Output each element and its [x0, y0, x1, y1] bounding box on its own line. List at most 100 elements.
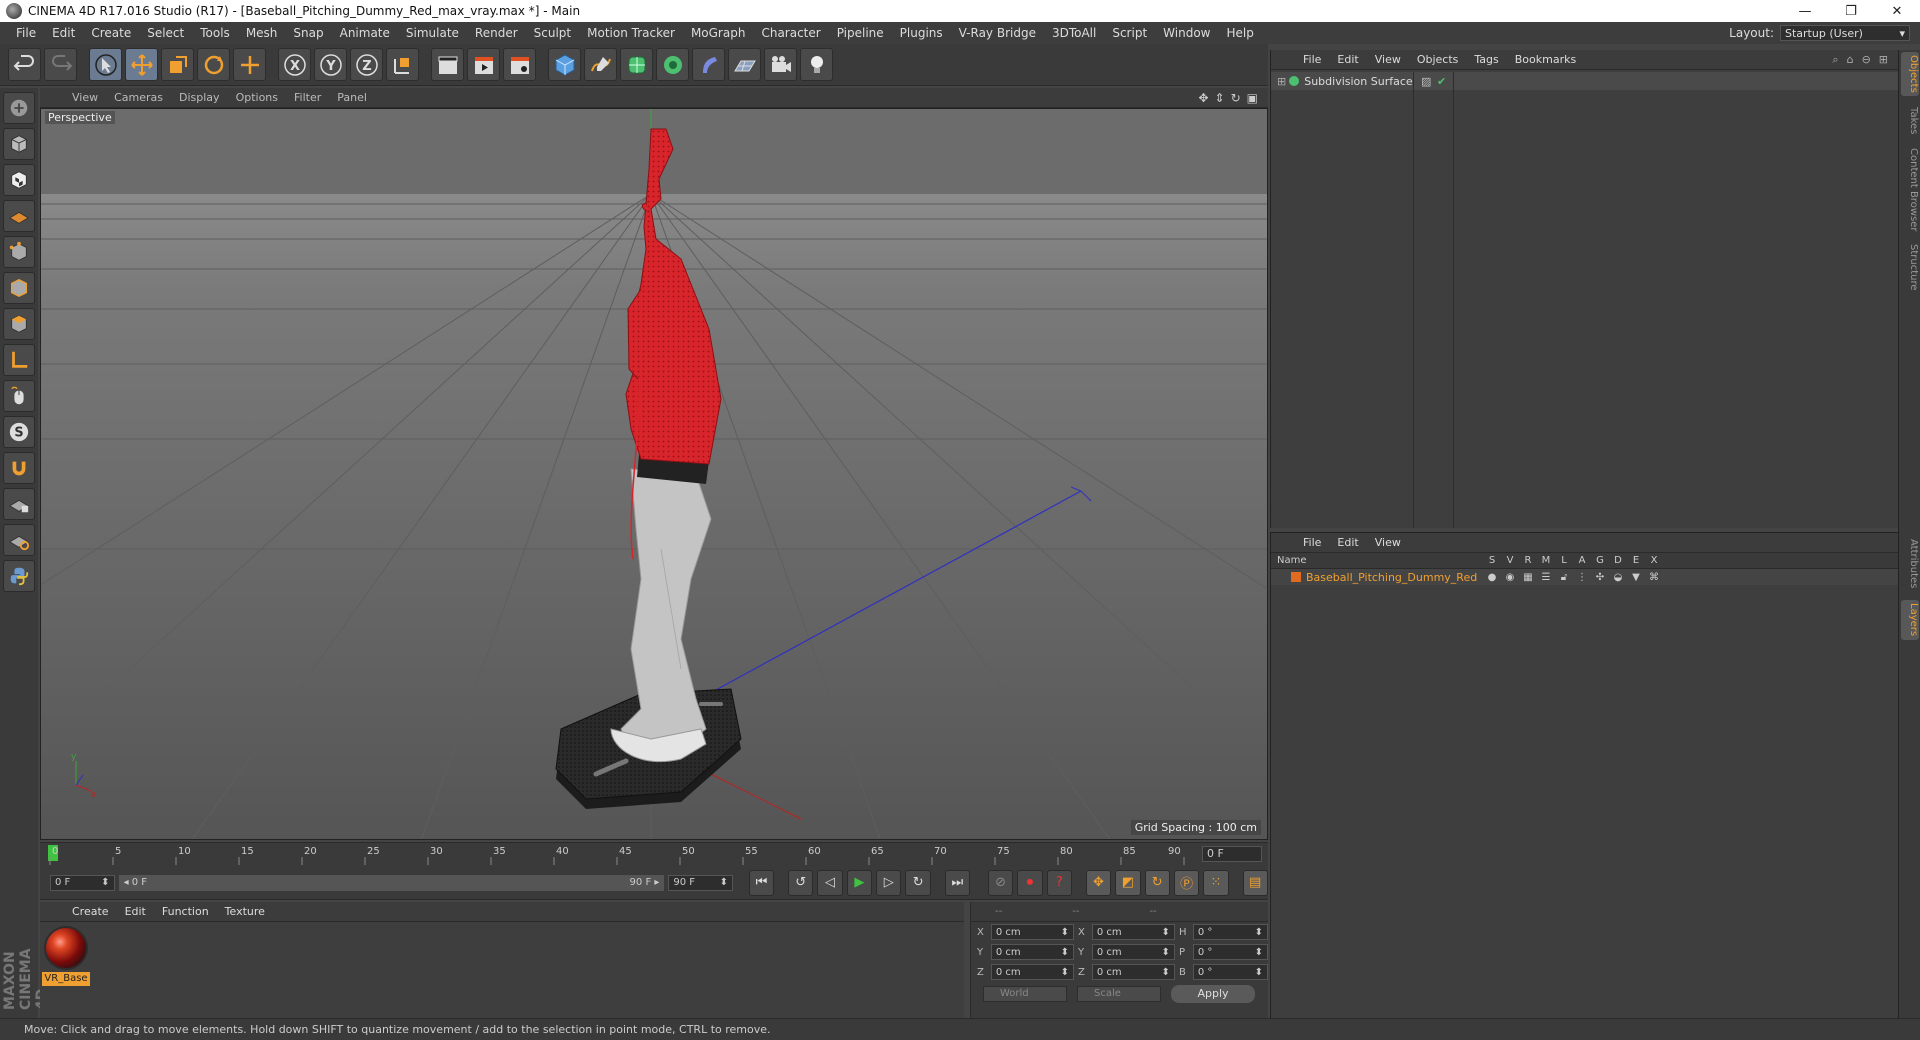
size-x-field[interactable]: 0 cm ⬍ — [1091, 924, 1175, 940]
expression-icon[interactable]: ▼ — [1627, 572, 1645, 583]
key-rotation-button[interactable]: ↻ — [1144, 869, 1170, 896]
key-scale-button[interactable]: ◩ — [1115, 869, 1141, 896]
edit-tag-icon[interactable]: ▨ — [1421, 75, 1431, 88]
previous-frame-button[interactable]: ◁ — [817, 869, 843, 896]
texture-mode-button[interactable] — [3, 164, 35, 196]
tab-objects[interactable]: Objects — [1901, 52, 1919, 96]
zoom-view-icon[interactable]: ⇕ — [1215, 91, 1225, 105]
tab-structure[interactable]: Structure — [1901, 242, 1919, 292]
start-frame-field[interactable]: 0 F ⬍ — [50, 874, 115, 891]
menu-file[interactable]: File — [8, 26, 44, 40]
deformer-icon[interactable]: ◒ — [1609, 572, 1627, 583]
timeline-window-button[interactable]: ▤ — [1242, 869, 1268, 896]
object-menu-view[interactable]: View — [1367, 53, 1409, 66]
record-keys-disabled-button[interactable]: ⊘ — [987, 869, 1014, 896]
current-frame-field[interactable]: 0 F — [1202, 846, 1262, 862]
menu-script[interactable]: Script — [1104, 26, 1155, 40]
y-axis-lock-button[interactable]: Y — [314, 48, 347, 81]
pan-view-icon[interactable]: ✥ — [1198, 91, 1208, 105]
menu-window[interactable]: Window — [1155, 26, 1218, 40]
locked-workplane-button[interactable] — [3, 488, 35, 520]
live-selection-button[interactable] — [89, 48, 122, 81]
viewport-menu-cameras[interactable]: Cameras — [106, 91, 171, 104]
menu-snap[interactable]: Snap — [285, 26, 331, 40]
expand-icon[interactable]: ⊞ — [1879, 53, 1888, 67]
layer-name-cell[interactable]: Baseball_Pitching_Dummy_Red — [1271, 571, 1483, 584]
object-menu-edit[interactable]: Edit — [1329, 53, 1366, 66]
python-button[interactable] — [3, 560, 35, 592]
viewport-menu-filter[interactable]: Filter — [286, 91, 329, 104]
menu-select[interactable]: Select — [139, 26, 192, 40]
go-to-start-button[interactable]: ⏮ — [748, 869, 775, 896]
render-settings-button[interactable] — [503, 48, 536, 81]
layer-menu-edit[interactable]: Edit — [1329, 536, 1366, 549]
previous-key-button[interactable]: ↺ — [787, 869, 814, 896]
menu-pipeline[interactable]: Pipeline — [829, 26, 892, 40]
menu-sculpt[interactable]: Sculpt — [526, 26, 579, 40]
position-z-field[interactable]: 0 cm ⬍ — [990, 964, 1074, 980]
xref-icon[interactable]: ⌘ — [1645, 572, 1663, 583]
x-axis-lock-button[interactable]: X — [278, 48, 311, 81]
perspective-viewport[interactable]: y x Perspective Grid Spacing : 100 cm — [40, 108, 1268, 840]
object-row-subdivision-surface[interactable]: ⊞ Subdivision Surface ▨ ✔ — [1271, 72, 1899, 90]
cube-primitive-button[interactable] — [548, 48, 581, 81]
menu-3dtoall[interactable]: 3DToAll — [1044, 26, 1104, 40]
menu-simulate[interactable]: Simulate — [398, 26, 467, 40]
rotation-h-field[interactable]: 0 ° ⬍ — [1192, 924, 1268, 940]
subdivision-surface-button[interactable] — [620, 48, 653, 81]
generator-icon[interactable]: ✣ — [1591, 572, 1609, 583]
material-menu-create[interactable]: Create — [64, 905, 117, 918]
timeline-ruler[interactable]: 0 5 10 15 20 25 30 35 40 45 50 55 60 65 … — [40, 842, 1268, 867]
menu-edit[interactable]: Edit — [44, 26, 83, 40]
viewport-menu-panel[interactable]: Panel — [329, 91, 375, 104]
layer-menu-file[interactable]: File — [1295, 536, 1329, 549]
end-frame-field[interactable]: 90 F ⬍ — [668, 874, 733, 891]
material-name-label[interactable]: VR_Base — [42, 972, 90, 986]
render-to-picture-viewer-button[interactable] — [467, 48, 500, 81]
recent-tool-button[interactable] — [233, 48, 266, 81]
render-clapboard-icon[interactable]: ▦ — [1519, 572, 1537, 583]
menu-help[interactable]: Help — [1218, 26, 1261, 40]
redo-button[interactable] — [44, 48, 77, 81]
manager-icon[interactable]: ☰ — [1537, 572, 1555, 583]
axis-mode-button[interactable] — [3, 344, 35, 376]
planar-workplane-button[interactable] — [3, 524, 35, 556]
undo-button[interactable] — [8, 48, 41, 81]
enabled-check-icon[interactable]: ✔ — [1437, 75, 1446, 88]
position-y-field[interactable]: 0 cm ⬍ — [990, 944, 1074, 960]
eye-icon[interactable]: ◉ — [1501, 572, 1519, 583]
object-menu-file[interactable]: File — [1295, 53, 1329, 66]
tab-takes[interactable]: Takes — [1901, 104, 1919, 138]
menu-vray-bridge[interactable]: V-Ray Bridge — [951, 26, 1044, 40]
next-frame-button[interactable]: ▷ — [876, 869, 902, 896]
model-mode-button[interactable] — [3, 128, 35, 160]
camera-button[interactable] — [764, 48, 797, 81]
material-menu-function[interactable]: Function — [154, 905, 217, 918]
size-z-field[interactable]: 0 cm ⬍ — [1091, 964, 1175, 980]
menu-motion-tracker[interactable]: Motion Tracker — [579, 26, 683, 40]
minimize-button[interactable]: — — [1782, 0, 1828, 22]
go-to-end-button[interactable]: ⏭ — [944, 869, 971, 896]
orbit-view-icon[interactable]: ↻ — [1231, 91, 1241, 105]
viewport-menu-options[interactable]: Options — [228, 91, 286, 104]
polygons-mode-button[interactable] — [3, 308, 35, 340]
tab-layers[interactable]: Layers — [1901, 600, 1919, 640]
menu-tools[interactable]: Tools — [192, 26, 238, 40]
z-axis-lock-button[interactable]: Z — [350, 48, 383, 81]
key-point-level-button[interactable]: ⁙ — [1203, 869, 1229, 896]
close-button[interactable]: ✕ — [1874, 0, 1920, 22]
toggle-view-icon[interactable]: ▣ — [1247, 91, 1258, 105]
next-key-button[interactable]: ↻ — [905, 869, 931, 896]
tab-attributes[interactable]: Attributes — [1901, 534, 1919, 594]
menu-mograph[interactable]: MoGraph — [683, 26, 754, 40]
material-menu-edit[interactable]: Edit — [117, 905, 154, 918]
points-mode-button[interactable] — [3, 236, 35, 268]
floor-button[interactable] — [728, 48, 761, 81]
deformer-button[interactable] — [692, 48, 725, 81]
home-icon[interactable]: ⌂ — [1847, 53, 1854, 67]
edges-mode-button[interactable] — [3, 272, 35, 304]
key-parameter-button[interactable]: Ⓟ — [1173, 869, 1200, 896]
make-editable-button[interactable] — [3, 92, 35, 124]
rotation-b-field[interactable]: 0 ° ⬍ — [1192, 964, 1268, 980]
layer-color-swatch[interactable] — [1291, 572, 1301, 582]
